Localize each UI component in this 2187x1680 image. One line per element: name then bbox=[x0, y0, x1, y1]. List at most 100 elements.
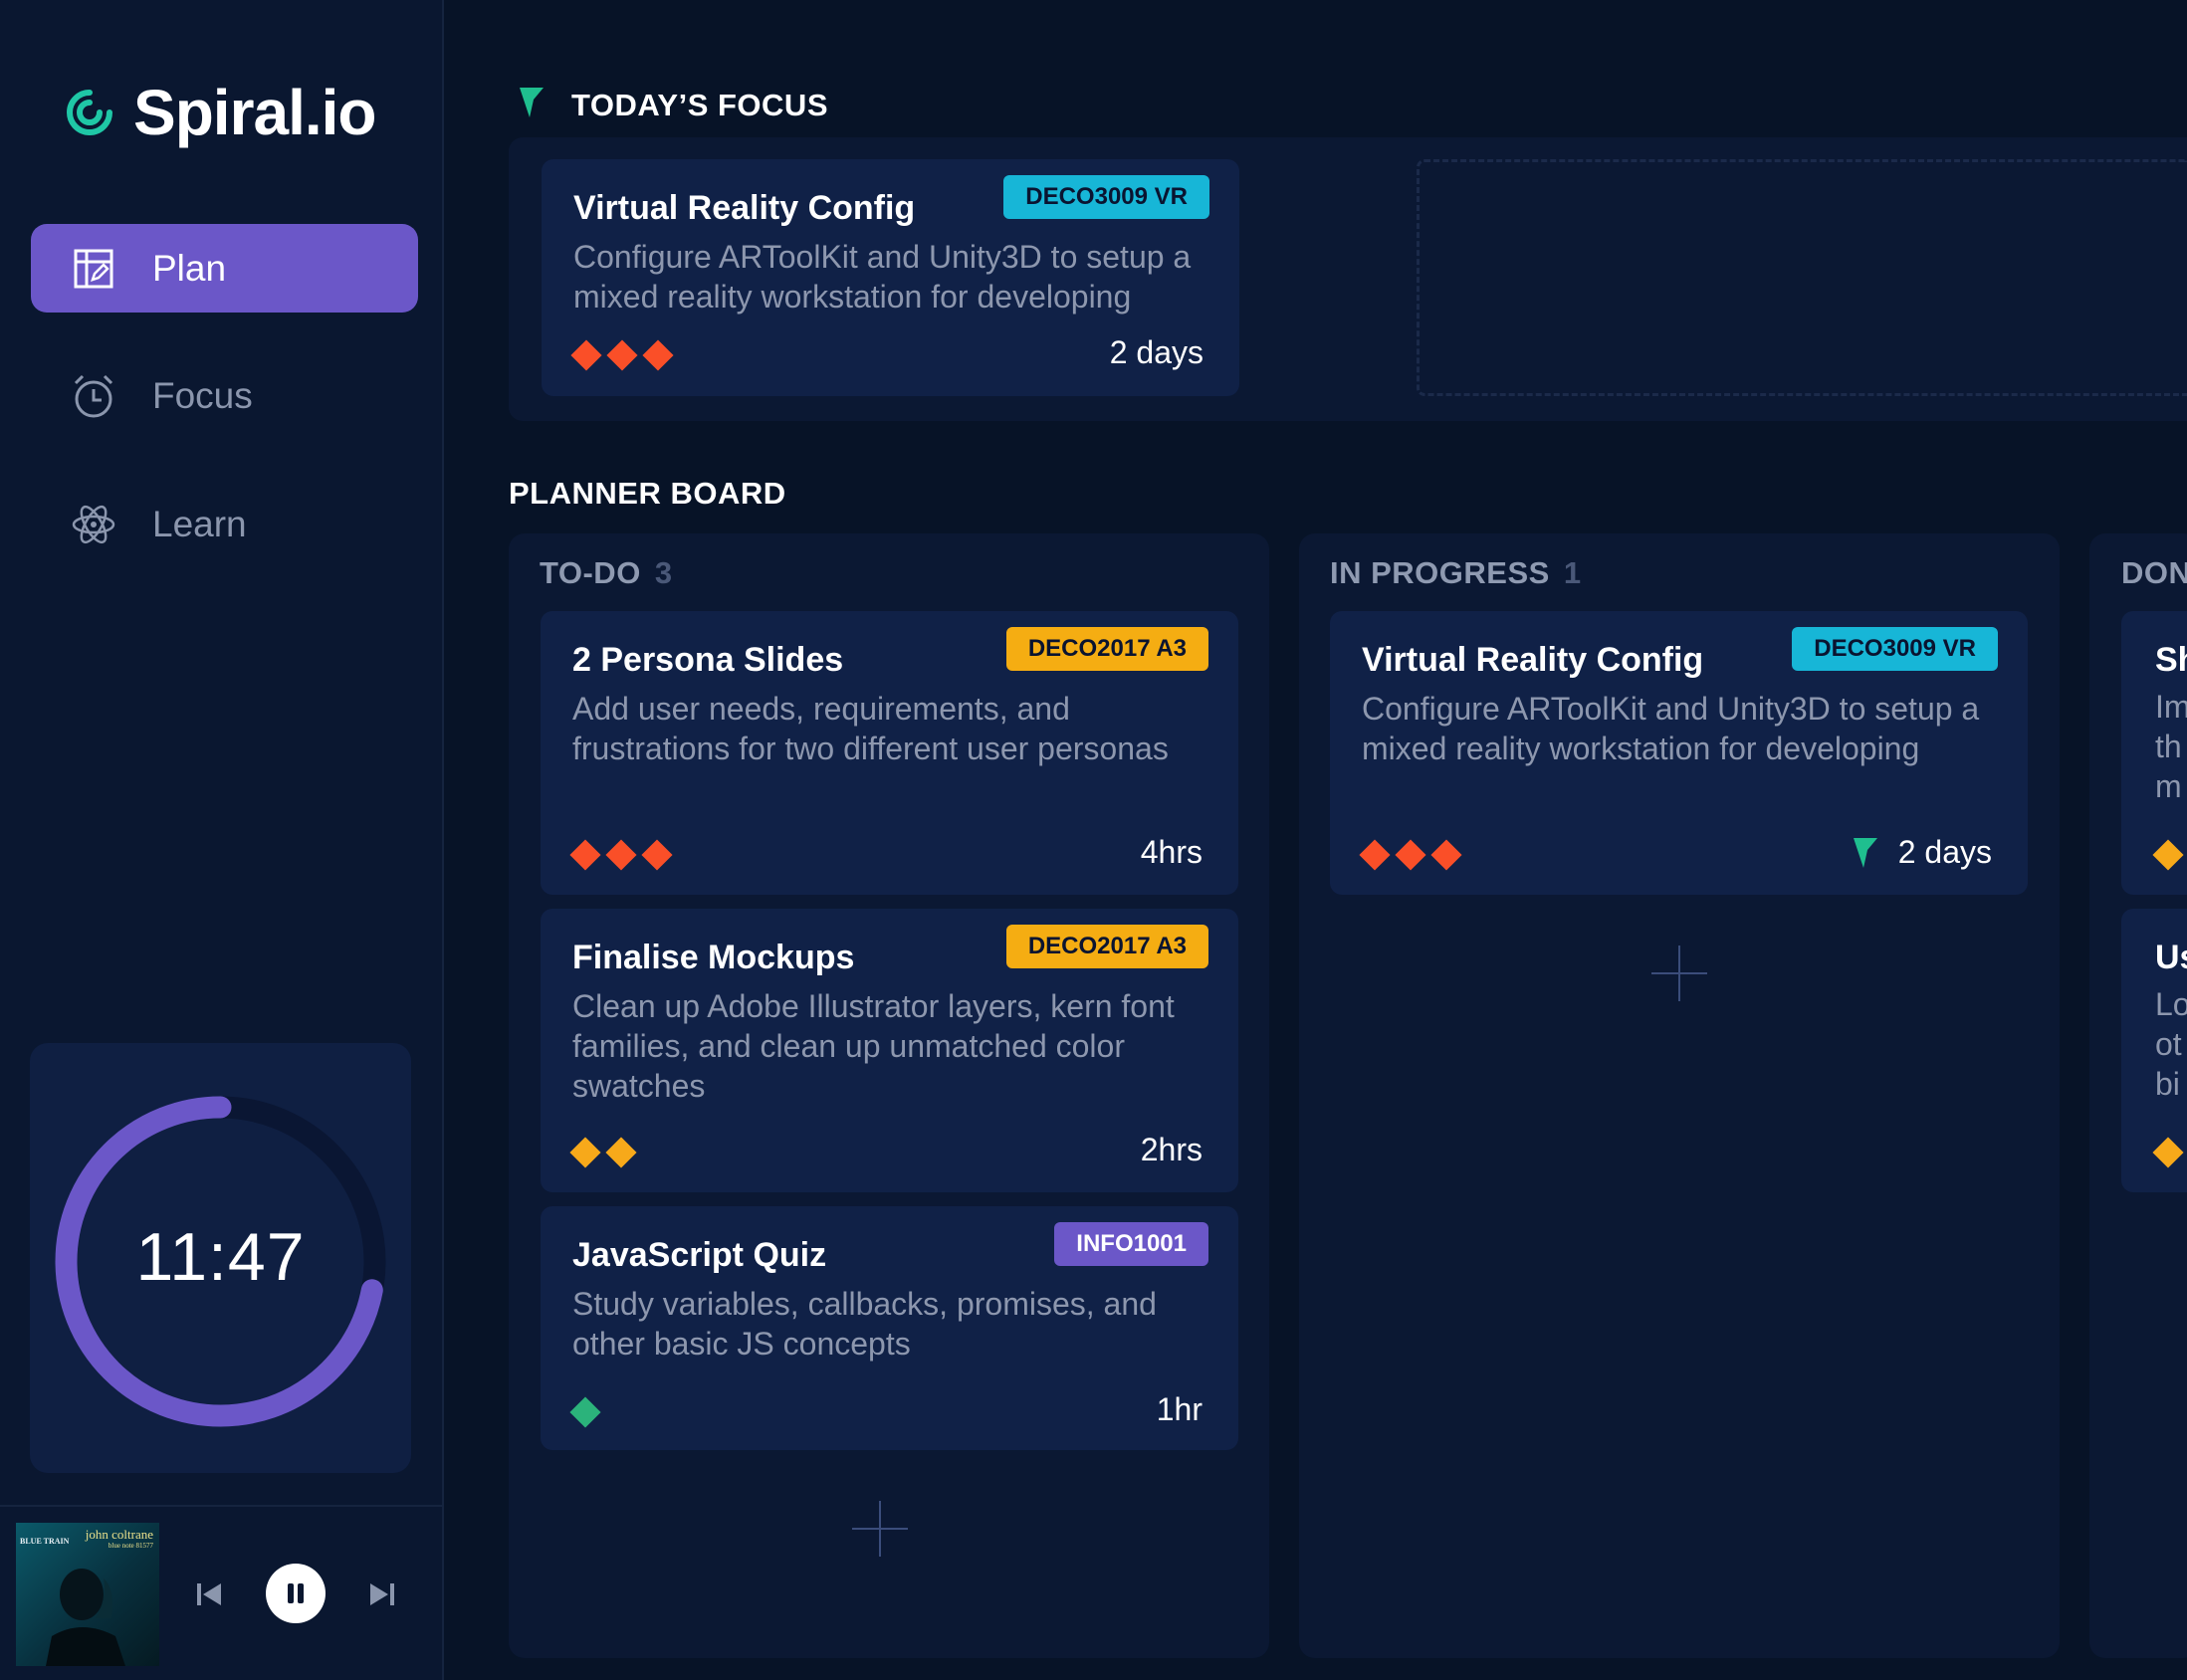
course-tag: INFO1001 bbox=[1054, 1222, 1208, 1266]
pause-button[interactable] bbox=[266, 1564, 326, 1623]
music-player: BLUE TRAIN john coltrane blue note 81577 bbox=[0, 1505, 444, 1680]
album-title: BLUE TRAIN bbox=[20, 1537, 70, 1546]
priority-diamond-icon bbox=[1395, 839, 1426, 871]
add-task-button[interactable] bbox=[852, 1501, 908, 1557]
column-count: 3 bbox=[654, 555, 673, 590]
task-card[interactable]: Finalise Mockups DECO2017 A3 Clean up Ad… bbox=[541, 909, 1238, 1192]
task-card[interactable]: Virtual Reality Config DECO3009 VR Confi… bbox=[1330, 611, 2028, 895]
duration-text: 2 days bbox=[1897, 834, 1992, 870]
column-todo: TO-DO 3 2 Persona Slides DECO2017 A3 Add … bbox=[509, 533, 1269, 1658]
card-duration: 1hr bbox=[1157, 1391, 1203, 1428]
card-duration: 4hrs bbox=[1141, 834, 1203, 871]
card-title: 2 Persona Slides bbox=[572, 641, 844, 679]
focus-card[interactable]: Virtual Reality Config DECO3009 VR Confi… bbox=[542, 159, 1239, 396]
skip-forward-icon bbox=[370, 1583, 394, 1605]
next-track-button[interactable] bbox=[364, 1576, 400, 1612]
priority-diamond-icon bbox=[605, 1137, 637, 1168]
card-description: m bbox=[2155, 768, 2182, 804]
column-title: DON bbox=[2121, 555, 2187, 591]
priority-diamond-icon bbox=[1430, 839, 1462, 871]
card-description: bi bbox=[2155, 1066, 2180, 1102]
card-description: ot bbox=[2155, 1026, 2182, 1062]
nav-label-learn: Learn bbox=[152, 503, 247, 544]
course-tag: DECO2017 A3 bbox=[1005, 627, 1208, 671]
priority-diamond-icon bbox=[2152, 1137, 2184, 1168]
priority-diamond-icon bbox=[569, 1137, 601, 1168]
album-label: blue note 81577 bbox=[108, 1542, 153, 1550]
card-title: Virtual Reality Config bbox=[1362, 641, 1704, 679]
card-description: th bbox=[2155, 729, 2182, 764]
card-description: Lo bbox=[2155, 986, 2187, 1022]
column-name: DON bbox=[2121, 555, 2187, 590]
timer-time: 11:47 bbox=[135, 1219, 306, 1295]
app-logo[interactable]: Spiral.io bbox=[64, 76, 376, 149]
todays-focus-heading: TODAY’S FOCUS bbox=[571, 88, 828, 122]
skip-back-icon bbox=[197, 1583, 221, 1605]
card-description: Study variables, callbacks, promises, an… bbox=[572, 1286, 1157, 1362]
task-card[interactable]: Sh Im th m bbox=[2121, 611, 2187, 895]
duration-text: 2 days bbox=[1109, 334, 1203, 370]
priority-diamond-icon bbox=[569, 1396, 601, 1428]
course-tag: DECO3009 VR bbox=[1792, 627, 1998, 671]
card-duration: 2hrs bbox=[1141, 1132, 1203, 1168]
alarm-clock-icon bbox=[71, 373, 116, 419]
card-title: Virtual Reality Config bbox=[573, 189, 916, 227]
column-title: IN PROGRESS 1 bbox=[1330, 555, 1582, 591]
app-name: Spiral.io bbox=[133, 77, 376, 148]
nav-item-plan[interactable]: Plan bbox=[31, 224, 418, 313]
card-title: Sh bbox=[2155, 641, 2187, 679]
task-card[interactable]: JavaScript Quiz INFO1001 Study variables… bbox=[541, 1206, 1238, 1450]
priority-diamond-icon bbox=[605, 839, 637, 871]
add-task-button[interactable] bbox=[1651, 945, 1707, 1001]
priority-diamond-icon bbox=[2152, 839, 2184, 871]
card-title: Us bbox=[2155, 939, 2187, 976]
focus-timer[interactable]: 11:47 bbox=[30, 1043, 411, 1473]
card-title: Finalise Mockups bbox=[572, 939, 855, 976]
nav-label-focus: Focus bbox=[152, 374, 253, 416]
pause-icon bbox=[288, 1583, 304, 1603]
priority-diamond-icon bbox=[570, 339, 602, 371]
priority-diamond-icon bbox=[641, 839, 673, 871]
spiral-logo-icon bbox=[67, 90, 112, 135]
focus-flag-icon bbox=[1853, 837, 1877, 868]
priority-indicator bbox=[569, 839, 673, 871]
column-done: DON Sh Im th m Us Lo ot bi bbox=[2089, 533, 2187, 1658]
atom-icon bbox=[71, 502, 116, 547]
priority-diamond-icon bbox=[569, 839, 601, 871]
card-duration: 2 days bbox=[1110, 334, 1203, 371]
column-title: TO-DO 3 bbox=[540, 555, 673, 591]
duration-text: 4hrs bbox=[1140, 834, 1203, 870]
sidebar: Spiral.io Plan Focus Learn 11:47 BLUE TR… bbox=[0, 0, 444, 1680]
album-figure-image bbox=[46, 1569, 125, 1666]
card-title: JavaScript Quiz bbox=[572, 1236, 827, 1274]
priority-indicator bbox=[569, 1396, 601, 1428]
card-description: Configure ARToolKit and Unity3D to setup… bbox=[1362, 691, 1980, 766]
priority-diamond-icon bbox=[642, 339, 674, 371]
planner-board-heading: PLANNER BOARD bbox=[509, 476, 786, 511]
priority-diamond-icon bbox=[606, 339, 638, 371]
focus-dropzone[interactable] bbox=[1417, 159, 2187, 396]
nav-label-plan: Plan bbox=[152, 247, 227, 289]
card-description: Add user needs, requirements, and frustr… bbox=[572, 691, 1169, 766]
column-in-progress: IN PROGRESS 1 Virtual Reality Config DECO… bbox=[1299, 533, 2060, 1658]
previous-track-button[interactable] bbox=[191, 1576, 227, 1612]
course-tag: DECO2017 A3 bbox=[1005, 925, 1208, 968]
priority-diamond-icon bbox=[1359, 839, 1391, 871]
priority-indicator bbox=[1359, 839, 1462, 871]
column-count: 1 bbox=[1563, 555, 1582, 590]
column-name: IN PROGRESS bbox=[1330, 555, 1550, 590]
album-art[interactable]: BLUE TRAIN john coltrane blue note 81577 bbox=[16, 1523, 159, 1666]
priority-indicator bbox=[570, 339, 674, 371]
duration-text: 2hrs bbox=[1140, 1132, 1203, 1167]
duration-text: 1hr bbox=[1156, 1391, 1203, 1427]
focus-flag-icon bbox=[520, 88, 544, 117]
plan-icon bbox=[71, 246, 116, 292]
nav-item-learn[interactable]: Learn bbox=[31, 480, 418, 568]
card-description: Im bbox=[2155, 689, 2187, 725]
album-artist: john coltrane bbox=[85, 1527, 153, 1542]
column-name: TO-DO bbox=[540, 555, 641, 590]
task-card[interactable]: Us Lo ot bi bbox=[2121, 909, 2187, 1192]
card-duration: 2 days bbox=[1853, 834, 1992, 871]
nav-item-focus[interactable]: Focus bbox=[31, 351, 418, 440]
task-card[interactable]: 2 Persona Slides DECO2017 A3 Add user ne… bbox=[541, 611, 1238, 895]
